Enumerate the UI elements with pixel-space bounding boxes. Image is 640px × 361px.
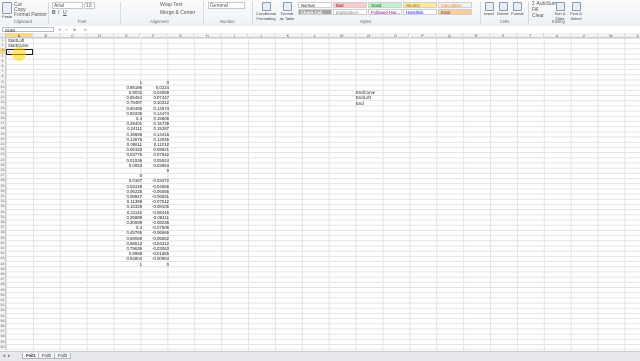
cancel-icon[interactable]: ✕ [58,27,61,32]
style-hyperlink[interactable]: Hyperlink [403,9,437,15]
insert-function-icon[interactable]: fx [73,27,76,32]
ribbon-separator [120,2,121,24]
enter-icon[interactable]: ✓ [65,27,68,32]
clear-button[interactable]: Clear [532,13,544,19]
editing-group-label: Editing [552,19,565,24]
style-explanatory[interactable]: Explanatory... [333,9,367,15]
delete-cells-button[interactable]: Delete [497,2,509,17]
number-format-select[interactable]: General [208,2,245,9]
font-group-label: Font [78,19,87,24]
clipboard-group-label: Clipboard [14,19,32,24]
italic-button[interactable]: I [58,10,59,16]
underline-button[interactable]: U [63,10,67,16]
insert-icon [484,2,494,11]
table-icon [282,2,292,11]
find-select-button[interactable]: Find & Select [569,2,583,21]
tab-scroll-icon[interactable]: ◄ ► [2,353,11,358]
paste-button[interactable]: Paste [2,2,12,20]
format-painter-button[interactable]: Format Painter [14,12,47,18]
merge-center-button[interactable]: Merge & Center [160,10,195,16]
ribbon-separator [48,2,49,24]
style-neutral[interactable]: Neutral [403,2,437,8]
sheet-tab-foil3[interactable]: Foil3 [54,353,72,359]
delete-icon [498,2,508,11]
wrap-text-button[interactable]: Wrap Text [160,2,182,8]
mouse-cursor-highlight [12,47,26,61]
sort-filter-icon [555,2,565,11]
cell-n12[interactable]: End [356,101,364,106]
style-bad[interactable]: Bad [333,2,367,8]
name-box[interactable]: SUM [2,26,54,33]
insert-cells-button[interactable]: Insert [483,2,495,17]
format-as-table-button[interactable]: Format as Table [279,2,295,21]
formula-input[interactable]: = [84,27,87,32]
format-cells-button[interactable]: Format [511,2,524,17]
styles-group-label: Styles [360,19,372,24]
style-followed-hyperlink[interactable]: Followed Hyp... [368,9,402,15]
binoculars-icon [571,2,581,11]
cells-group-label: Cells [500,19,510,24]
table-cell[interactable]: 0 [142,262,169,267]
sheet-tab-foil2[interactable]: Foil2 [38,353,56,359]
style-normal[interactable]: Normal [298,2,332,8]
worksheet-grid[interactable] [6,38,640,351]
ribbon-separator [480,2,481,24]
bold-button[interactable]: B [52,10,56,16]
style-input[interactable]: Input [438,9,472,15]
font-name-select[interactable]: Arial [52,2,83,9]
ribbon-separator [252,2,253,24]
clipboard-icon [2,2,12,14]
alignment-group-label: Alignment [150,19,169,24]
conditional-formatting-icon [261,2,271,11]
table-cell[interactable]: 1 [115,262,142,267]
style-check-cell[interactable]: Check Cell [298,9,332,15]
conditional-formatting-button[interactable]: Conditional Formatting [255,2,277,21]
format-icon [512,2,522,11]
ribbon-separator [528,2,529,24]
style-good[interactable]: Good [368,2,402,8]
style-calculation[interactable]: Calculation [438,2,472,8]
ribbon: Paste Cut Copy Format Painter Clipboard … [0,0,640,27]
font-size-select[interactable]: 10 [84,2,95,9]
number-group-label: Number [220,19,235,24]
ribbon-separator [203,2,204,24]
